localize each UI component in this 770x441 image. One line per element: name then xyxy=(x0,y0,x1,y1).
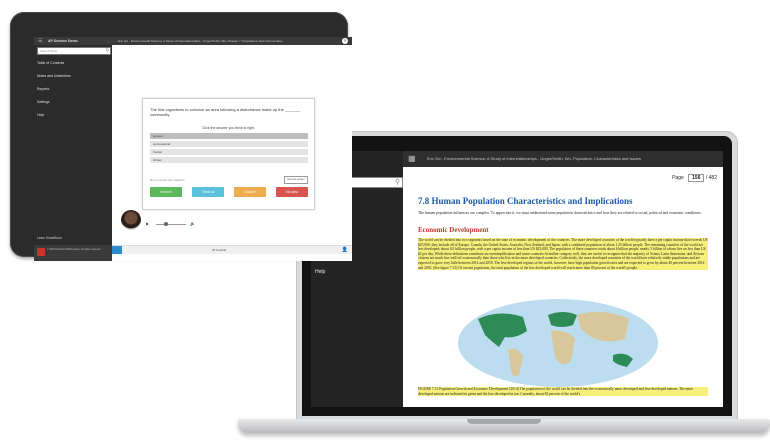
answer-option[interactable]: successional xyxy=(150,141,308,147)
page-label: Page xyxy=(672,175,684,181)
search-input[interactable]: Search Book ⚲ xyxy=(37,47,111,55)
body-paragraph: The world can be divided into two segmen… xyxy=(418,238,708,271)
avatar xyxy=(121,210,141,230)
grid-icon[interactable]: ▦ xyxy=(408,155,416,163)
audio-progress-track[interactable] xyxy=(156,224,186,225)
unsure-button[interactable]: Unsure xyxy=(234,187,266,197)
intro-paragraph: The human population influences our comp… xyxy=(418,211,702,215)
volume-icon[interactable]: 🔊 xyxy=(190,221,195,227)
subsection-heading: Economic Development xyxy=(418,226,489,234)
tablet-sidebar: ☰ AP Science Demo Search Book ⚲ Table of… xyxy=(34,37,112,261)
confidence-prompt: Do you know the answer? xyxy=(150,178,185,182)
tablet-main: Env Sci - Environmental Science: A Study… xyxy=(112,37,352,261)
answer-option[interactable]: frontier xyxy=(150,149,308,155)
sidebar-item-reports[interactable]: Reports xyxy=(37,87,49,91)
sidebar-item-toc[interactable]: Table of Contents xyxy=(37,61,64,65)
quiz-instruction: Click the answer you think is right. xyxy=(202,126,255,130)
account-link[interactable]: Learn SmartBook xyxy=(37,236,62,240)
sidebar-title: AP Science Demo xyxy=(48,39,78,43)
menu-icon[interactable]: ☰ xyxy=(38,38,42,44)
bottom-bar: 99 SmartE 👤 xyxy=(112,245,352,254)
audio-player: ▶ 🔊 xyxy=(146,221,206,227)
sidebar-item-help[interactable]: Help xyxy=(315,269,325,275)
section-heading: 7.8 Human Population Characteristics and… xyxy=(418,196,633,206)
publisher-logo xyxy=(37,248,45,256)
page-total: / 482 xyxy=(705,175,717,181)
no-idea-button[interactable]: No idea xyxy=(276,187,308,197)
tablet-header: Env Sci - Environmental Science: A Study… xyxy=(112,37,352,45)
sidebar-item-help[interactable]: Help xyxy=(37,113,44,117)
think-so-button[interactable]: Think so xyxy=(192,187,224,197)
help-icon[interactable]: ? xyxy=(342,38,348,44)
search-icon[interactable]: ⚲ xyxy=(395,178,400,187)
play-icon[interactable]: ▶ xyxy=(146,221,149,227)
bottom-bar-label: 99 SmartE xyxy=(212,248,227,252)
sidebar-item-settings[interactable]: Settings xyxy=(37,100,50,104)
audio-progress-handle[interactable] xyxy=(164,222,168,226)
page-indicator: Page 156 / 482 xyxy=(672,174,717,182)
person-icon[interactable]: 👤 xyxy=(342,246,348,254)
remove-answer-button[interactable]: Remove answer xyxy=(284,176,308,184)
book-title: Env Sci - Environmental Science: A Study… xyxy=(118,39,283,43)
answer-option[interactable]: pioneer xyxy=(150,133,308,139)
bottom-bar-button[interactable] xyxy=(112,246,122,254)
world-map-figure xyxy=(453,291,663,391)
sidebar-footer: © 2016 McGraw-Hill Education. All rights… xyxy=(34,245,112,261)
copyright-text: © 2016 McGraw-Hill Education. All rights… xyxy=(47,248,101,251)
book-title: Env Sci - Environmental Science: A Study… xyxy=(427,156,642,161)
quiz-question: The first organisms to colonize an area … xyxy=(150,107,301,117)
answer-option[interactable]: climax xyxy=(150,157,308,163)
search-icon[interactable]: ⚲ xyxy=(105,48,109,54)
page-number-input[interactable]: 156 xyxy=(688,174,705,182)
i-know-it-button[interactable]: I know it xyxy=(150,187,182,197)
book-header: ▦ Env Sci - Environmental Science: A Stu… xyxy=(403,151,723,167)
book-content: ▦ Env Sci - Environmental Science: A Stu… xyxy=(403,151,723,407)
sidebar-item-notes[interactable]: Notes and Underlines xyxy=(37,74,71,78)
laptop-screen: Science ⚲ Help ▦ Env Sci - Environmental… xyxy=(311,151,723,407)
search-placeholder: Search Book xyxy=(40,49,58,53)
tablet-screen: ☰ AP Science Demo Search Book ⚲ Table of… xyxy=(34,37,352,261)
sidebar-header: ☰ AP Science Demo xyxy=(34,37,112,45)
figure-caption: FIGURE 7.13 Population Growth and Econom… xyxy=(418,387,708,397)
laptop-notch xyxy=(467,419,541,424)
tablet-device: ☰ AP Science Demo Search Book ⚲ Table of… xyxy=(10,12,352,261)
quiz-card: The first organisms to colonize an area … xyxy=(142,98,315,210)
